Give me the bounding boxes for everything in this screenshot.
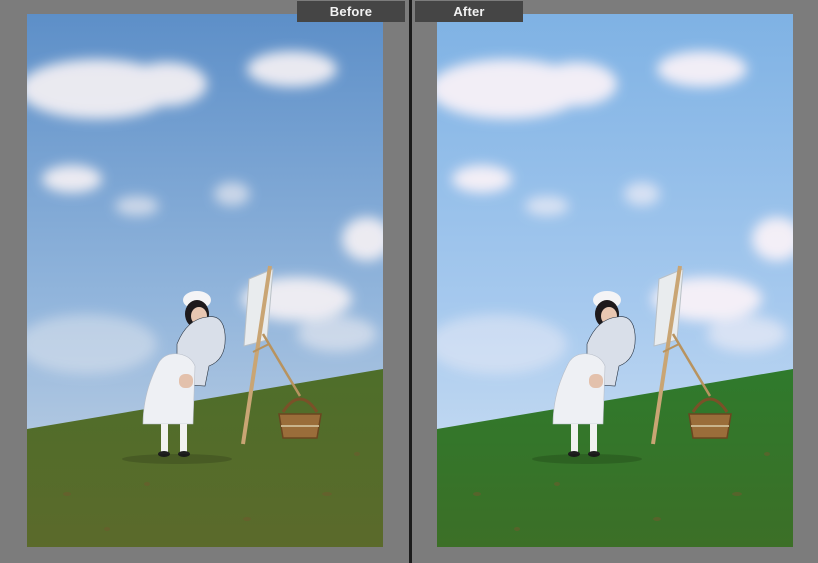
- figure-shadow: [532, 454, 642, 464]
- figure-shadow: [122, 454, 232, 464]
- before-image: [27, 14, 383, 547]
- before-label: Before: [297, 1, 405, 22]
- after-image: [437, 14, 793, 547]
- after-pane[interactable]: After: [412, 0, 818, 563]
- before-pane[interactable]: Before: [0, 0, 409, 563]
- before-photo[interactable]: [27, 14, 383, 547]
- after-label: After: [415, 1, 523, 22]
- after-photo[interactable]: [437, 14, 793, 547]
